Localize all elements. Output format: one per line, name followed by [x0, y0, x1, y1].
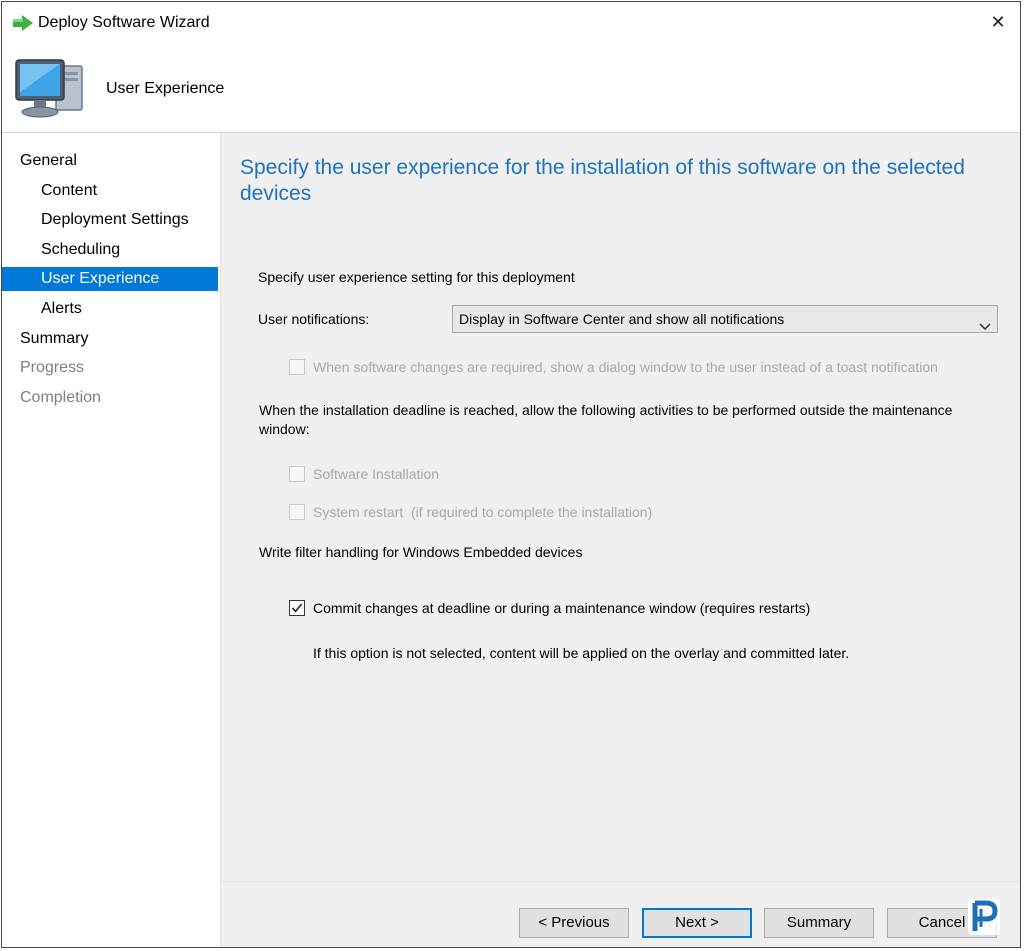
- user-notifications-dropdown[interactable]: Display in Software Center and show all …: [452, 305, 998, 333]
- deadline-text: When the installation deadline is reache…: [259, 402, 953, 437]
- window-title: Deploy Software Wizard: [38, 14, 210, 31]
- previous-button[interactable]: < Previous: [519, 908, 629, 938]
- checkmark-icon: [291, 603, 303, 613]
- sidebar-item-progress: Progress: [20, 359, 85, 376]
- sidebar-item-summary[interactable]: Summary: [2, 327, 218, 351]
- sidebar-item-scheduling[interactable]: Scheduling: [2, 238, 218, 262]
- green-arrow-icon: [12, 14, 34, 32]
- user-notifications-label: User notifications:: [258, 311, 370, 327]
- commit-changes-label: Commit changes at deadline or during a m…: [313, 600, 811, 616]
- system-restart-label: System restart (if required to complete …: [313, 504, 653, 520]
- user-notifications-value: Display in Software Center and show all …: [459, 311, 785, 327]
- sidebar-item-deployment-settings[interactable]: Deployment Settings: [2, 208, 218, 232]
- close-icon[interactable]: ✕: [984, 8, 1012, 36]
- section-label: Specify user experience setting for this…: [258, 269, 575, 285]
- sidebar-item-user-experience[interactable]: User Experience: [2, 267, 218, 291]
- wizard-sidebar: General Content Deployment Settings Sche…: [2, 133, 221, 947]
- sidebar-item-completion: Completion: [20, 389, 101, 406]
- page-title: User Experience: [106, 80, 225, 97]
- sidebar-item-content[interactable]: Content: [2, 179, 218, 203]
- software-installation-checkbox: [289, 466, 305, 482]
- wizard-window: Deploy Software Wizard ✕ User Experience…: [1, 1, 1021, 948]
- main-heading: Specify the user experience for the inst…: [240, 156, 965, 205]
- sidebar-item-alerts[interactable]: Alerts: [2, 297, 218, 321]
- next-button[interactable]: Next >: [642, 908, 752, 938]
- computer-icon: [14, 56, 86, 122]
- wizard-header: User Experience: [2, 44, 1020, 133]
- logo-watermark-icon: [966, 897, 1002, 937]
- chevron-down-icon: [979, 314, 991, 331]
- main-panel: Specify the user experience for the inst…: [221, 133, 1020, 947]
- summary-button[interactable]: Summary: [764, 908, 874, 938]
- system-restart-checkbox: [289, 504, 305, 520]
- software-installation-label: Software Installation: [313, 466, 440, 482]
- title-bar: Deploy Software Wizard ✕: [2, 2, 1020, 44]
- commit-note: If this option is not selected, content …: [313, 645, 850, 661]
- commit-changes-checkbox[interactable]: [289, 600, 305, 616]
- dialog-window-label: When software changes are required, show…: [313, 359, 938, 375]
- sidebar-item-general[interactable]: General: [2, 149, 218, 173]
- footer-divider: [221, 881, 1020, 882]
- write-filter-label: Write filter handling for Windows Embedd…: [259, 544, 583, 560]
- dialog-window-checkbox: [289, 359, 305, 375]
